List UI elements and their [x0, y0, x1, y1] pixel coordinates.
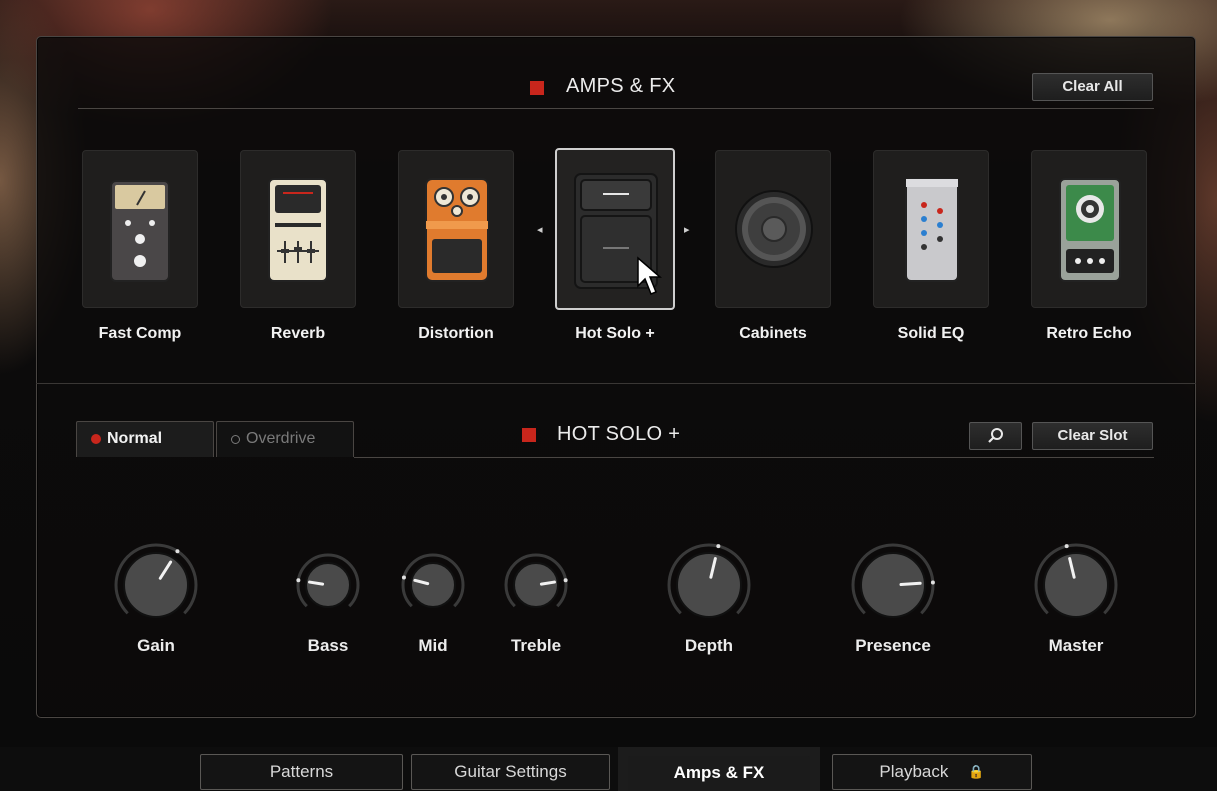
slot-label: Fast Comp: [98, 325, 182, 342]
nav-tab-label: Playback: [879, 762, 949, 781]
knob-label: Depth: [684, 636, 734, 655]
magnifier-icon: [987, 428, 1003, 443]
section-marker: [530, 81, 544, 95]
knob-label: Bass: [307, 636, 349, 655]
nav-tab-guitar-settings[interactable]: Guitar Settings: [411, 754, 610, 790]
slot-reverb[interactable]: [240, 150, 356, 308]
knob-label: Mid: [418, 636, 448, 655]
knob-treble[interactable]: [500, 549, 572, 621]
nav-tab-playback[interactable]: Playback 🔒: [832, 754, 1032, 790]
search-button[interactable]: [969, 422, 1022, 450]
knob-label: Gain: [137, 636, 175, 655]
module-title: HOT SOLO +: [557, 423, 681, 445]
knob-gain[interactable]: [110, 539, 202, 631]
slot-label: Cabinets: [739, 325, 807, 342]
slot-label: Reverb: [270, 325, 326, 342]
slot-cabinets[interactable]: [715, 150, 831, 308]
slot-next-arrow-icon[interactable]: ▸: [684, 223, 690, 236]
tab-normal[interactable]: Normal: [76, 421, 214, 457]
clear-all-button[interactable]: Clear All: [1032, 73, 1153, 101]
tab-label: Normal: [107, 430, 163, 447]
amps-fx-panel: [36, 36, 1196, 718]
header-rule: [78, 108, 1154, 109]
tab-label: Overdrive: [246, 430, 316, 447]
echo-pedal-icon: [1059, 178, 1121, 282]
section-title: AMPS & FX: [566, 75, 676, 97]
knob-depth[interactable]: [663, 539, 755, 631]
knob-mid[interactable]: [397, 549, 469, 621]
section-divider: [36, 383, 1196, 384]
slot-retro-echo[interactable]: [1031, 150, 1147, 308]
speaker-cabinet-icon: [735, 190, 813, 268]
lock-icon: 🔒: [968, 764, 985, 779]
clear-slot-button[interactable]: Clear Slot: [1032, 422, 1153, 450]
module-marker: [522, 428, 536, 442]
nav-tab-patterns[interactable]: Patterns: [200, 754, 403, 790]
compressor-pedal-icon: [110, 180, 170, 282]
slot-prev-arrow-icon[interactable]: ◂: [537, 223, 543, 236]
eq-pedal-icon: [905, 178, 959, 282]
nav-tab-amps-fx[interactable]: Amps & FX: [628, 756, 810, 791]
tab-overdrive[interactable]: Overdrive: [216, 421, 354, 457]
active-dot-icon: [91, 434, 101, 444]
knob-label: Master: [1048, 636, 1104, 655]
slot-label: Distortion: [418, 325, 494, 342]
inactive-dot-icon: [231, 435, 240, 444]
knob-master[interactable]: [1030, 539, 1122, 631]
distortion-pedal-icon: [425, 178, 489, 282]
slot-fast-comp[interactable]: [82, 150, 198, 308]
knob-presence[interactable]: [847, 539, 939, 631]
knob-bass[interactable]: [292, 549, 364, 621]
reverb-pedal-icon: [268, 178, 328, 282]
module-rule: [354, 457, 1154, 458]
knob-label: Treble: [510, 636, 562, 655]
slot-distortion[interactable]: [398, 150, 514, 308]
slot-label: Retro Echo: [1046, 325, 1132, 342]
knob-label: Presence: [855, 636, 931, 655]
slot-solid-eq[interactable]: [873, 150, 989, 308]
slot-label: Hot Solo +: [575, 325, 655, 342]
slot-label: Solid EQ: [897, 325, 965, 342]
mouse-cursor-icon: [637, 256, 662, 295]
